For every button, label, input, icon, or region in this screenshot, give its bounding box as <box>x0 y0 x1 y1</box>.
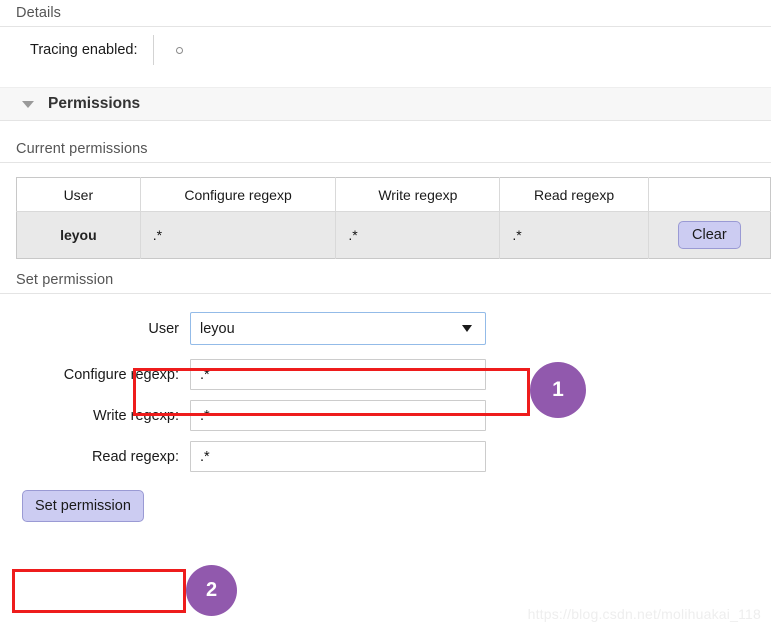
permissions-section-header[interactable]: Permissions <box>0 87 771 121</box>
detail-vertical-divider <box>153 35 155 65</box>
details-section: Details Tracing enabled: <box>0 0 771 73</box>
read-regexp-label: Read regexp: <box>91 448 179 465</box>
chevron-down-icon[interactable] <box>22 100 34 108</box>
clear-button[interactable]: Clear <box>678 221 741 249</box>
write-regexp-input[interactable] <box>190 400 486 431</box>
user-select[interactable]: leyou <box>190 312 486 345</box>
column-header-write-regexp: Write regexp <box>335 177 501 212</box>
details-heading: Details <box>16 5 62 21</box>
write-regexp-row: Write regexp: <box>0 400 771 431</box>
write-regexp-label: Write regexp: <box>93 407 179 424</box>
highlight-box-set-permission-button <box>12 569 186 613</box>
cell-actions: Clear <box>648 211 771 259</box>
cell-write-regexp: .* <box>335 211 501 259</box>
step-badge-1: 1 <box>530 362 586 418</box>
current-permissions-heading: Current permissions <box>16 141 148 157</box>
tracing-enabled-row: Tracing enabled: <box>0 27 771 73</box>
small-circle-icon <box>176 46 184 54</box>
read-regexp-row: Read regexp: <box>0 441 771 472</box>
cell-configure-regexp: .* <box>140 211 337 259</box>
current-permissions-table: User Configure regexp Write regexp Read … <box>16 177 771 259</box>
submit-row: Set permission <box>0 482 771 522</box>
user-select-row: User leyou <box>0 312 771 345</box>
cell-user: leyou <box>16 211 141 259</box>
set-permission-button[interactable]: Set permission <box>22 490 144 522</box>
column-header-read-regexp: Read regexp <box>499 177 649 212</box>
configure-regexp-row: Configure regexp: <box>0 359 771 390</box>
set-permission-heading: Set permission <box>16 272 114 288</box>
user-label: User <box>148 320 179 337</box>
configure-regexp-label: Configure regexp: <box>63 366 179 383</box>
set-permission-form: User leyou Configure regexp: Write regex… <box>0 294 771 522</box>
user-select-value: leyou <box>200 320 235 337</box>
triangle-down-icon[interactable] <box>462 325 472 332</box>
read-regexp-input[interactable] <box>190 441 486 472</box>
table-row: leyou .* .* .* Clear <box>16 211 771 259</box>
step-badge-2: 2 <box>186 565 237 616</box>
table-header-row: User Configure regexp Write regexp Read … <box>16 177 771 212</box>
current-permissions-table-wrap: User Configure regexp Write regexp Read … <box>0 163 771 259</box>
configure-regexp-input[interactable] <box>190 359 486 390</box>
column-header-configure-regexp: Configure regexp <box>140 177 337 212</box>
permissions-title: Permissions <box>48 95 141 112</box>
column-header-actions <box>648 177 771 212</box>
column-header-user: User <box>16 177 141 212</box>
tracing-enabled-label: Tracing enabled: <box>30 42 138 58</box>
watermark: https://blog.csdn.net/molihuakai_118 <box>527 606 761 622</box>
cell-read-regexp: .* <box>499 211 649 259</box>
